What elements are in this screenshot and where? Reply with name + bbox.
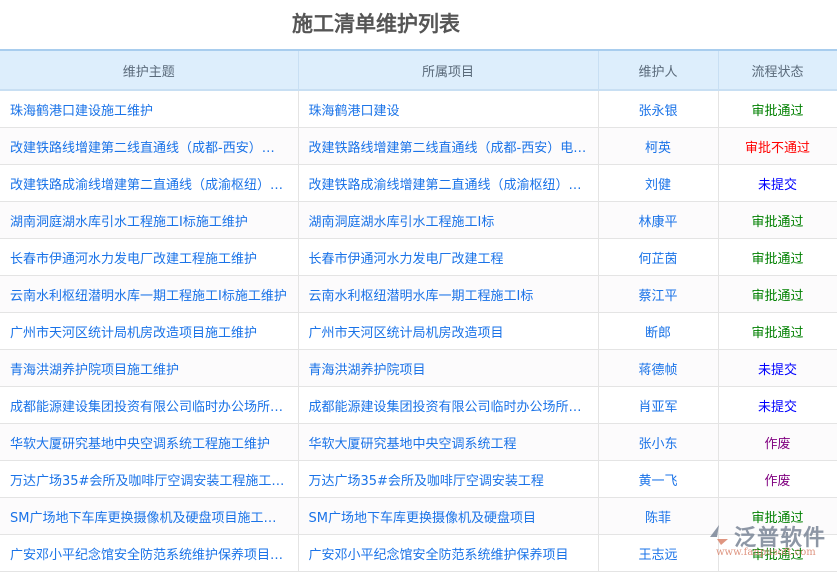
table-row[interactable]: 珠海鹤港口建设施工维护 珠海鹤港口建设 张永银 审批通过 <box>0 90 837 128</box>
status-cell: 审批通过 <box>718 201 837 239</box>
project-link[interactable]: 万达广场35#会所及咖啡厅空调安装工程 <box>298 460 599 498</box>
topic-link[interactable]: 改建铁路线增建第二线直通线（成都-西安）电… <box>0 127 299 165</box>
project-link[interactable]: 成都能源建设集团投资有限公司临时办公场所… <box>298 386 599 424</box>
status-cell: 未提交 <box>718 386 837 424</box>
topic-link[interactable]: 华软大厦研究基地中央空调系统工程施工维护 <box>0 423 299 461</box>
header-topic[interactable]: 维护主题 <box>0 49 299 91</box>
table-row[interactable]: 改建铁路成渝线增建第二直通线（成渝枢纽）… 改建铁路成渝线增建第二直通线（成渝枢纽… <box>0 164 837 202</box>
topic-link[interactable]: 湖南洞庭湖水库引水工程施工I标施工维护 <box>0 201 299 239</box>
project-link[interactable]: 改建铁路线增建第二线直通线（成都-西安）电… <box>298 127 599 165</box>
maintenance-table: 维护主题 所属项目 维护人 流程状态 珠海鹤港口建设施工维护 珠海鹤港口建设 张永银… <box>0 49 837 572</box>
topic-link[interactable]: 长春市伊通河水力发电厂改建工程施工维护 <box>0 238 299 276</box>
table-row[interactable]: 万达广场35#会所及咖啡厅空调安装工程施工… 万达广场35#会所及咖啡厅空调安装工… <box>0 460 837 498</box>
table-row[interactable]: 改建铁路线增建第二线直通线（成都-西安）电… 改建铁路线增建第二线直通线（成都-西… <box>0 127 837 165</box>
topic-link[interactable]: 广安邓小平纪念馆安全防范系统维护保养项目… <box>0 534 299 572</box>
person-cell: 蒋德帧 <box>598 349 719 387</box>
person-cell: 黄一飞 <box>598 460 719 498</box>
topic-link[interactable]: 改建铁路成渝线增建第二直通线（成渝枢纽）… <box>0 164 299 202</box>
table-row[interactable]: 青海洪湖养护院项目施工维护 青海洪湖养护院项目 蒋德帧 未提交 <box>0 349 837 387</box>
person-cell: 断郎 <box>598 312 719 350</box>
person-cell: 陈菲 <box>598 497 719 535</box>
person-cell: 张永银 <box>598 90 719 128</box>
topic-link[interactable]: 珠海鹤港口建设施工维护 <box>0 90 299 128</box>
header-status[interactable]: 流程状态 <box>718 49 837 91</box>
project-link[interactable]: 广州市天河区统计局机房改造项目 <box>298 312 599 350</box>
project-link[interactable]: SM广场地下车库更换摄像机及硬盘项目 <box>298 497 599 535</box>
topic-link[interactable]: 万达广场35#会所及咖啡厅空调安装工程施工… <box>0 460 299 498</box>
status-cell: 审批不通过 <box>718 127 837 165</box>
status-cell: 作废 <box>718 423 837 461</box>
topic-link[interactable]: 云南水利枢纽潜明水库一期工程施工I标施工维护 <box>0 275 299 313</box>
project-link[interactable]: 青海洪湖养护院项目 <box>298 349 599 387</box>
project-link[interactable]: 珠海鹤港口建设 <box>298 90 599 128</box>
status-cell: 未提交 <box>718 164 837 202</box>
topic-link[interactable]: SM广场地下车库更换摄像机及硬盘项目施工… <box>0 497 299 535</box>
header-project[interactable]: 所属项目 <box>298 49 599 91</box>
table-row[interactable]: 广州市天河区统计局机房改造项目施工维护 广州市天河区统计局机房改造项目 断郎 审批通过 <box>0 312 837 350</box>
table-row[interactable]: 云南水利枢纽潜明水库一期工程施工I标施工维护 云南水利枢纽潜明水库一期工程施工I标… <box>0 275 837 313</box>
status-cell: 未提交 <box>718 349 837 387</box>
project-link[interactable]: 云南水利枢纽潜明水库一期工程施工I标 <box>298 275 599 313</box>
header-person[interactable]: 维护人 <box>598 49 719 91</box>
status-cell: 审批通过 <box>718 534 837 572</box>
person-cell: 王志远 <box>598 534 719 572</box>
status-cell: 审批通过 <box>718 497 837 535</box>
project-link[interactable]: 华软大厦研究基地中央空调系统工程 <box>298 423 599 461</box>
person-cell: 肖亚军 <box>598 386 719 424</box>
topic-link[interactable]: 成都能源建设集团投资有限公司临时办公场所… <box>0 386 299 424</box>
person-cell: 林康平 <box>598 201 719 239</box>
topic-link[interactable]: 广州市天河区统计局机房改造项目施工维护 <box>0 312 299 350</box>
project-link[interactable]: 改建铁路成渝线增建第二直通线（成渝枢纽）… <box>298 164 599 202</box>
table-row[interactable]: 成都能源建设集团投资有限公司临时办公场所… 成都能源建设集团投资有限公司临时办公场… <box>0 386 837 424</box>
person-cell: 蔡江平 <box>598 275 719 313</box>
topic-link[interactable]: 青海洪湖养护院项目施工维护 <box>0 349 299 387</box>
project-link[interactable]: 长春市伊通河水力发电厂改建工程 <box>298 238 599 276</box>
table-row[interactable]: 华软大厦研究基地中央空调系统工程施工维护 华软大厦研究基地中央空调系统工程 张小东作… <box>0 423 837 461</box>
project-link[interactable]: 湖南洞庭湖水库引水工程施工I标 <box>298 201 599 239</box>
status-cell: 审批通过 <box>718 312 837 350</box>
project-link[interactable]: 广安邓小平纪念馆安全防范系统维护保养项目 <box>298 534 599 572</box>
status-cell: 审批通过 <box>718 90 837 128</box>
table-row[interactable]: 湖南洞庭湖水库引水工程施工I标施工维护 湖南洞庭湖水库引水工程施工I标 林康平 审批通… <box>0 201 837 239</box>
status-cell: 审批通过 <box>718 238 837 276</box>
table-row[interactable]: 长春市伊通河水力发电厂改建工程施工维护 长春市伊通河水力发电厂改建工程 何芷茵 审批通… <box>0 238 837 276</box>
status-cell: 作废 <box>718 460 837 498</box>
table-header: 维护主题 所属项目 维护人 流程状态 <box>0 49 837 91</box>
person-cell: 张小东 <box>598 423 719 461</box>
person-cell: 柯英 <box>598 127 719 165</box>
table-row[interactable]: 广安邓小平纪念馆安全防范系统维护保养项目… 广安邓小平纪念馆安全防范系统维护保养项… <box>0 534 837 572</box>
person-cell: 刘健 <box>598 164 719 202</box>
page-title: 施工清单维护列表 <box>292 12 460 36</box>
person-cell: 何芷茵 <box>598 238 719 276</box>
table-row[interactable]: SM广场地下车库更换摄像机及硬盘项目施工… SM广场地下车库更换摄像机及硬盘项目陈… <box>0 497 837 535</box>
status-cell: 审批通过 <box>718 275 837 313</box>
